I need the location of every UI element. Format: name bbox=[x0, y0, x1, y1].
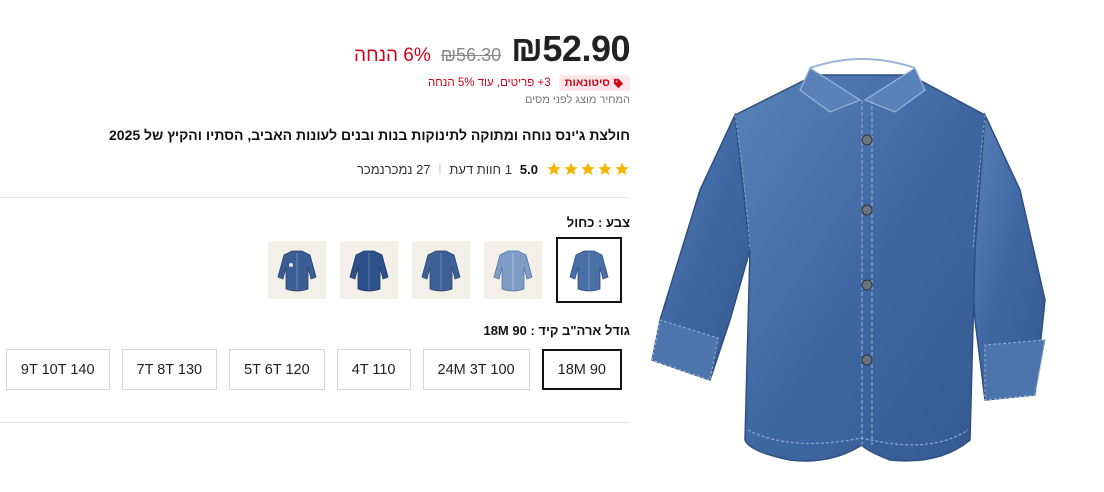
product-title: חולצת ג'ינס נוחה ומתוקה לתינוקות בנות וב… bbox=[109, 127, 630, 143]
star-icon bbox=[547, 162, 561, 175]
color-thumbnail[interactable] bbox=[412, 241, 470, 299]
star-icon bbox=[615, 162, 629, 175]
tag-icon bbox=[613, 78, 624, 88]
star-icon bbox=[581, 162, 595, 175]
tax-note: המחיר מוצג לפני מסים bbox=[524, 94, 630, 106]
rating-score: 5.0 bbox=[519, 161, 538, 177]
shirt-thumbnail-icon bbox=[493, 250, 533, 292]
rating-row[interactable]: 5.0 1 חוות דעת | 27 נמכרנמכר bbox=[357, 161, 630, 177]
shirt-thumbnail-icon bbox=[277, 250, 317, 292]
product-main-image[interactable] bbox=[640, 20, 1080, 470]
price-current: ₪52.90 bbox=[511, 28, 630, 69]
color-thumbnail[interactable] bbox=[340, 241, 398, 299]
rating-stars bbox=[546, 161, 630, 177]
size-option[interactable]: 24M 3T 100 bbox=[422, 349, 530, 390]
star-icon bbox=[598, 162, 612, 175]
divider bbox=[0, 197, 630, 198]
color-label: צבע : כחול bbox=[566, 215, 630, 230]
product-info-panel: ₪52.90 ₪56.30 6% הנחה סיטונאות 3+ פריטים… bbox=[0, 0, 630, 492]
color-thumbnail[interactable] bbox=[484, 241, 542, 299]
size-option[interactable]: 18M 90 bbox=[541, 349, 622, 390]
star-icon bbox=[564, 162, 578, 175]
wholesale-row: סיטונאות 3+ פריטים, עוד 5% הנחה bbox=[428, 75, 630, 91]
price-row: ₪52.90 ₪56.30 6% הנחה bbox=[354, 28, 630, 70]
wholesale-badge: סיטונאות bbox=[558, 75, 630, 91]
size-option[interactable]: 7T 8T 130 bbox=[121, 349, 218, 390]
color-thumbnail[interactable] bbox=[268, 241, 326, 299]
review-count[interactable]: 1 חוות דעת bbox=[449, 162, 512, 177]
size-options: 18M 90 24M 3T 100 4T 110 5T 6T 120 7T 8T… bbox=[5, 349, 622, 390]
color-thumbnail[interactable] bbox=[556, 237, 622, 303]
wholesale-badge-label: סיטונאות bbox=[564, 77, 610, 89]
separator: | bbox=[438, 163, 442, 175]
shirt-thumbnail-icon bbox=[349, 250, 389, 292]
price-discount: 6% הנחה bbox=[354, 45, 431, 66]
price-original: ₪56.30 bbox=[440, 45, 502, 65]
wholesale-text: 3+ פריטים, עוד 5% הנחה bbox=[428, 77, 551, 89]
size-option[interactable]: 5T 6T 120 bbox=[229, 349, 325, 390]
size-option[interactable]: 9T 10T 140 bbox=[5, 349, 110, 390]
size-label: גודל ארה"ב קיד : 18M 90 bbox=[483, 323, 630, 338]
denim-shirt-illustration bbox=[651, 58, 1046, 462]
shirt-thumbnail-icon bbox=[421, 250, 461, 292]
divider bbox=[0, 422, 630, 423]
shirt-thumbnail-icon bbox=[569, 250, 609, 292]
color-thumbnails bbox=[268, 237, 622, 303]
size-option[interactable]: 4T 110 bbox=[336, 349, 411, 390]
sold-count: 27 נמכרנמכר bbox=[356, 161, 431, 177]
